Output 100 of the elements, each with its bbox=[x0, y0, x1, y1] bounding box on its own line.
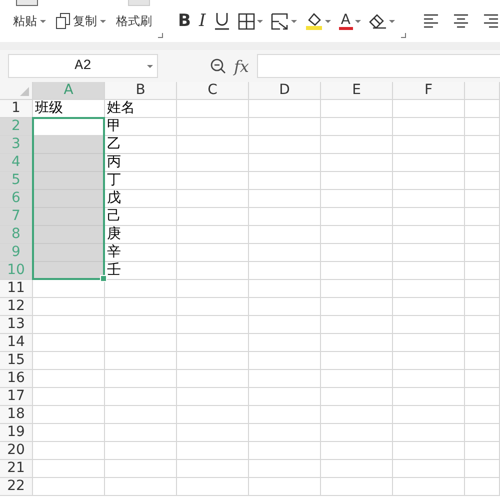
table-cell bbox=[105, 334, 177, 352]
table-cell bbox=[177, 226, 249, 244]
table-cell bbox=[321, 352, 393, 370]
table-cell bbox=[321, 424, 393, 442]
table-cell bbox=[393, 172, 465, 190]
table-cell bbox=[177, 154, 249, 172]
format-painter-button[interactable]: 格式刷 bbox=[113, 12, 155, 30]
table-cell bbox=[249, 298, 321, 316]
bold-button[interactable]: B bbox=[175, 9, 194, 33]
row-header[interactable]: 22 bbox=[0, 478, 33, 496]
row-header[interactable]: 1 bbox=[0, 100, 33, 118]
column-header[interactable]: B bbox=[105, 82, 177, 100]
table-cell bbox=[177, 334, 249, 352]
row-header[interactable]: 11 bbox=[0, 280, 33, 298]
table-cell bbox=[177, 172, 249, 190]
table-cell bbox=[177, 136, 249, 154]
table-cell bbox=[177, 352, 249, 370]
table-cell bbox=[33, 244, 105, 262]
table-cell bbox=[33, 406, 105, 424]
table-cell bbox=[177, 244, 249, 262]
column-header[interactable]: D bbox=[249, 82, 321, 100]
row-header[interactable]: 13 bbox=[0, 316, 33, 334]
table-cell bbox=[465, 172, 500, 190]
row-header[interactable]: 21 bbox=[0, 460, 33, 478]
table-cell: 姓名 bbox=[105, 100, 177, 118]
table-cell bbox=[321, 118, 393, 136]
table-cell bbox=[465, 136, 500, 154]
column-header[interactable]: E bbox=[321, 82, 393, 100]
table-cell bbox=[393, 154, 465, 172]
table-cell bbox=[393, 442, 465, 460]
row-header[interactable]: 15 bbox=[0, 352, 33, 370]
table-cell bbox=[33, 298, 105, 316]
table-cell bbox=[393, 226, 465, 244]
table-cell: 庚 bbox=[105, 226, 177, 244]
table-cell bbox=[465, 262, 500, 280]
table-cell bbox=[321, 208, 393, 226]
table-cell bbox=[465, 226, 500, 244]
table-cell bbox=[393, 370, 465, 388]
table-cell bbox=[249, 316, 321, 334]
row-header[interactable]: 14 bbox=[0, 334, 33, 352]
table-cell bbox=[465, 154, 500, 172]
row-header[interactable]: 12 bbox=[0, 298, 33, 316]
table-cell bbox=[321, 190, 393, 208]
table-cell bbox=[465, 118, 500, 136]
row-header[interactable]: 17 bbox=[0, 388, 33, 406]
table-cell bbox=[249, 136, 321, 154]
font-color-button[interactable]: A bbox=[336, 10, 364, 32]
table-cell bbox=[249, 190, 321, 208]
table-cell bbox=[177, 280, 249, 298]
table-cell bbox=[249, 406, 321, 424]
table-cell bbox=[33, 388, 105, 406]
table-cell bbox=[321, 172, 393, 190]
merge-cells-icon bbox=[270, 12, 289, 30]
function-button[interactable]: fx bbox=[234, 56, 249, 76]
table-cell bbox=[465, 370, 500, 388]
table-cell bbox=[393, 244, 465, 262]
table-cell bbox=[33, 136, 105, 154]
table-cell bbox=[321, 388, 393, 406]
table-cell bbox=[465, 316, 500, 334]
table-cell bbox=[33, 460, 105, 478]
copy-button[interactable]: 复制 bbox=[53, 12, 109, 30]
table-cell bbox=[105, 316, 177, 334]
row-header[interactable]: 18 bbox=[0, 406, 33, 424]
table-cell bbox=[321, 100, 393, 118]
table-cell bbox=[105, 298, 177, 316]
italic-button[interactable]: I bbox=[196, 9, 209, 33]
table-cell bbox=[33, 226, 105, 244]
table-cell bbox=[249, 280, 321, 298]
table-cell bbox=[177, 100, 249, 118]
table-cell bbox=[33, 190, 105, 208]
dialog-launcher-icon[interactable] bbox=[400, 33, 406, 38]
table-cell bbox=[465, 460, 500, 478]
table-cell bbox=[249, 208, 321, 226]
paste-button[interactable]: 粘贴 bbox=[10, 12, 49, 30]
column-header[interactable]: F bbox=[393, 82, 465, 100]
table-cell bbox=[393, 136, 465, 154]
table-cell bbox=[105, 352, 177, 370]
table-cell bbox=[321, 406, 393, 424]
table-cell bbox=[177, 262, 249, 280]
table-cell bbox=[177, 316, 249, 334]
table-cell bbox=[465, 244, 500, 262]
column-header[interactable]: C bbox=[177, 82, 249, 100]
table-cell bbox=[249, 370, 321, 388]
fill-handle[interactable] bbox=[100, 275, 107, 282]
row-header[interactable]: 16 bbox=[0, 370, 33, 388]
table-cell bbox=[33, 208, 105, 226]
table-cell bbox=[33, 424, 105, 442]
table-cell bbox=[393, 208, 465, 226]
zoom-icon[interactable] bbox=[210, 58, 226, 74]
table-cell bbox=[321, 262, 393, 280]
table-cell bbox=[393, 118, 465, 136]
table-cell bbox=[33, 334, 105, 352]
table-cell bbox=[33, 478, 105, 496]
row-header[interactable]: 19 bbox=[0, 424, 33, 442]
table-cell bbox=[249, 118, 321, 136]
row-header[interactable]: 20 bbox=[0, 442, 33, 460]
table-cell bbox=[177, 442, 249, 460]
formula-input[interactable] bbox=[256, 54, 500, 78]
name-box[interactable]: A2 bbox=[8, 54, 158, 78]
dialog-launcher-icon[interactable] bbox=[158, 33, 163, 38]
